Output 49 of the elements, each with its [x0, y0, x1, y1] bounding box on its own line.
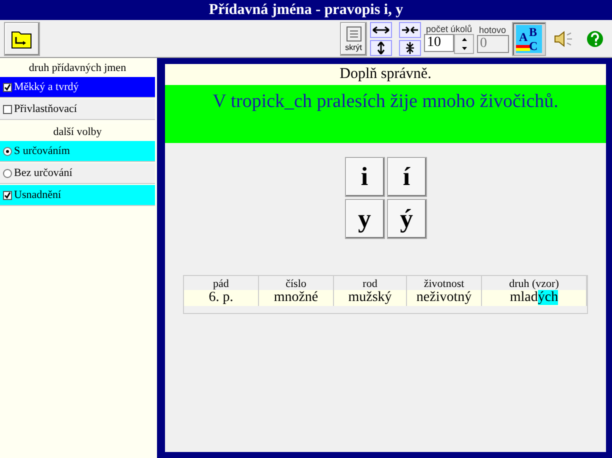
narrow-button[interactable] [399, 22, 421, 38]
option-item[interactable]: Měkký a tvrdý [0, 77, 155, 98]
answer-button[interactable]: ý [386, 199, 426, 239]
option-item[interactable]: Přivlastňovací [0, 99, 155, 120]
done-label: hotovo [478, 24, 508, 34]
inward-arrows-icon [401, 24, 419, 36]
option-item[interactable]: Bez určování [0, 163, 155, 184]
answer-button[interactable]: y [344, 199, 384, 239]
speaker-icon [553, 28, 575, 48]
window-title: Přídavná jména - pravopis i, y [208, 2, 404, 18]
checkbox[interactable] [3, 190, 12, 200]
radio-button[interactable] [3, 168, 12, 178]
hide-button[interactable]: skrýt [340, 22, 367, 56]
up-triangle-icon [462, 38, 466, 40]
document-icon [346, 26, 362, 42]
task-count-label: počet úkolů [425, 24, 474, 34]
answer-button[interactable]: í [386, 157, 426, 197]
instruction-text: Doplň správně. [165, 64, 606, 85]
answer-button[interactable]: i [344, 157, 384, 197]
option-label: Bez určování [14, 167, 72, 179]
option-item[interactable]: S určováním [0, 141, 155, 162]
option-label: S určováním [14, 145, 70, 157]
spin-buttons[interactable] [454, 34, 474, 54]
table-cell: mladých [510, 290, 558, 305]
option-item[interactable]: Usnadnění [0, 185, 155, 206]
widen-button[interactable] [370, 22, 392, 38]
shorten-button[interactable] [399, 40, 421, 56]
sentence-text: V tropick_ch pralesích žije mnoho živočichů. [212, 91, 558, 114]
option-label: Usnadnění [14, 189, 62, 201]
folder-icon [11, 28, 33, 48]
radio-button[interactable] [3, 146, 12, 156]
table-cell: mužský [348, 290, 392, 305]
checkbox[interactable] [3, 82, 12, 92]
heighten-button[interactable] [370, 40, 392, 56]
open-folder-button[interactable] [4, 22, 40, 56]
horizontal-arrows-icon [372, 24, 390, 36]
vertical-arrows-icon [375, 40, 387, 54]
group-title: další volby [52, 125, 103, 140]
option-label: Měkký a tvrdý [14, 81, 79, 93]
checkbox[interactable] [3, 104, 12, 114]
vertical-inward-arrows-icon [404, 40, 416, 54]
down-triangle-icon [462, 46, 466, 50]
group-title: druh přídavných jmen [28, 61, 128, 76]
option-label: Přivlastňovací [14, 103, 77, 115]
table-cell: neživotný [416, 290, 472, 305]
help-icon [586, 30, 604, 48]
table-cell: 6. p. [208, 290, 234, 305]
table-cell: množné [274, 290, 318, 305]
task-count-field[interactable]: 10 [424, 34, 454, 52]
